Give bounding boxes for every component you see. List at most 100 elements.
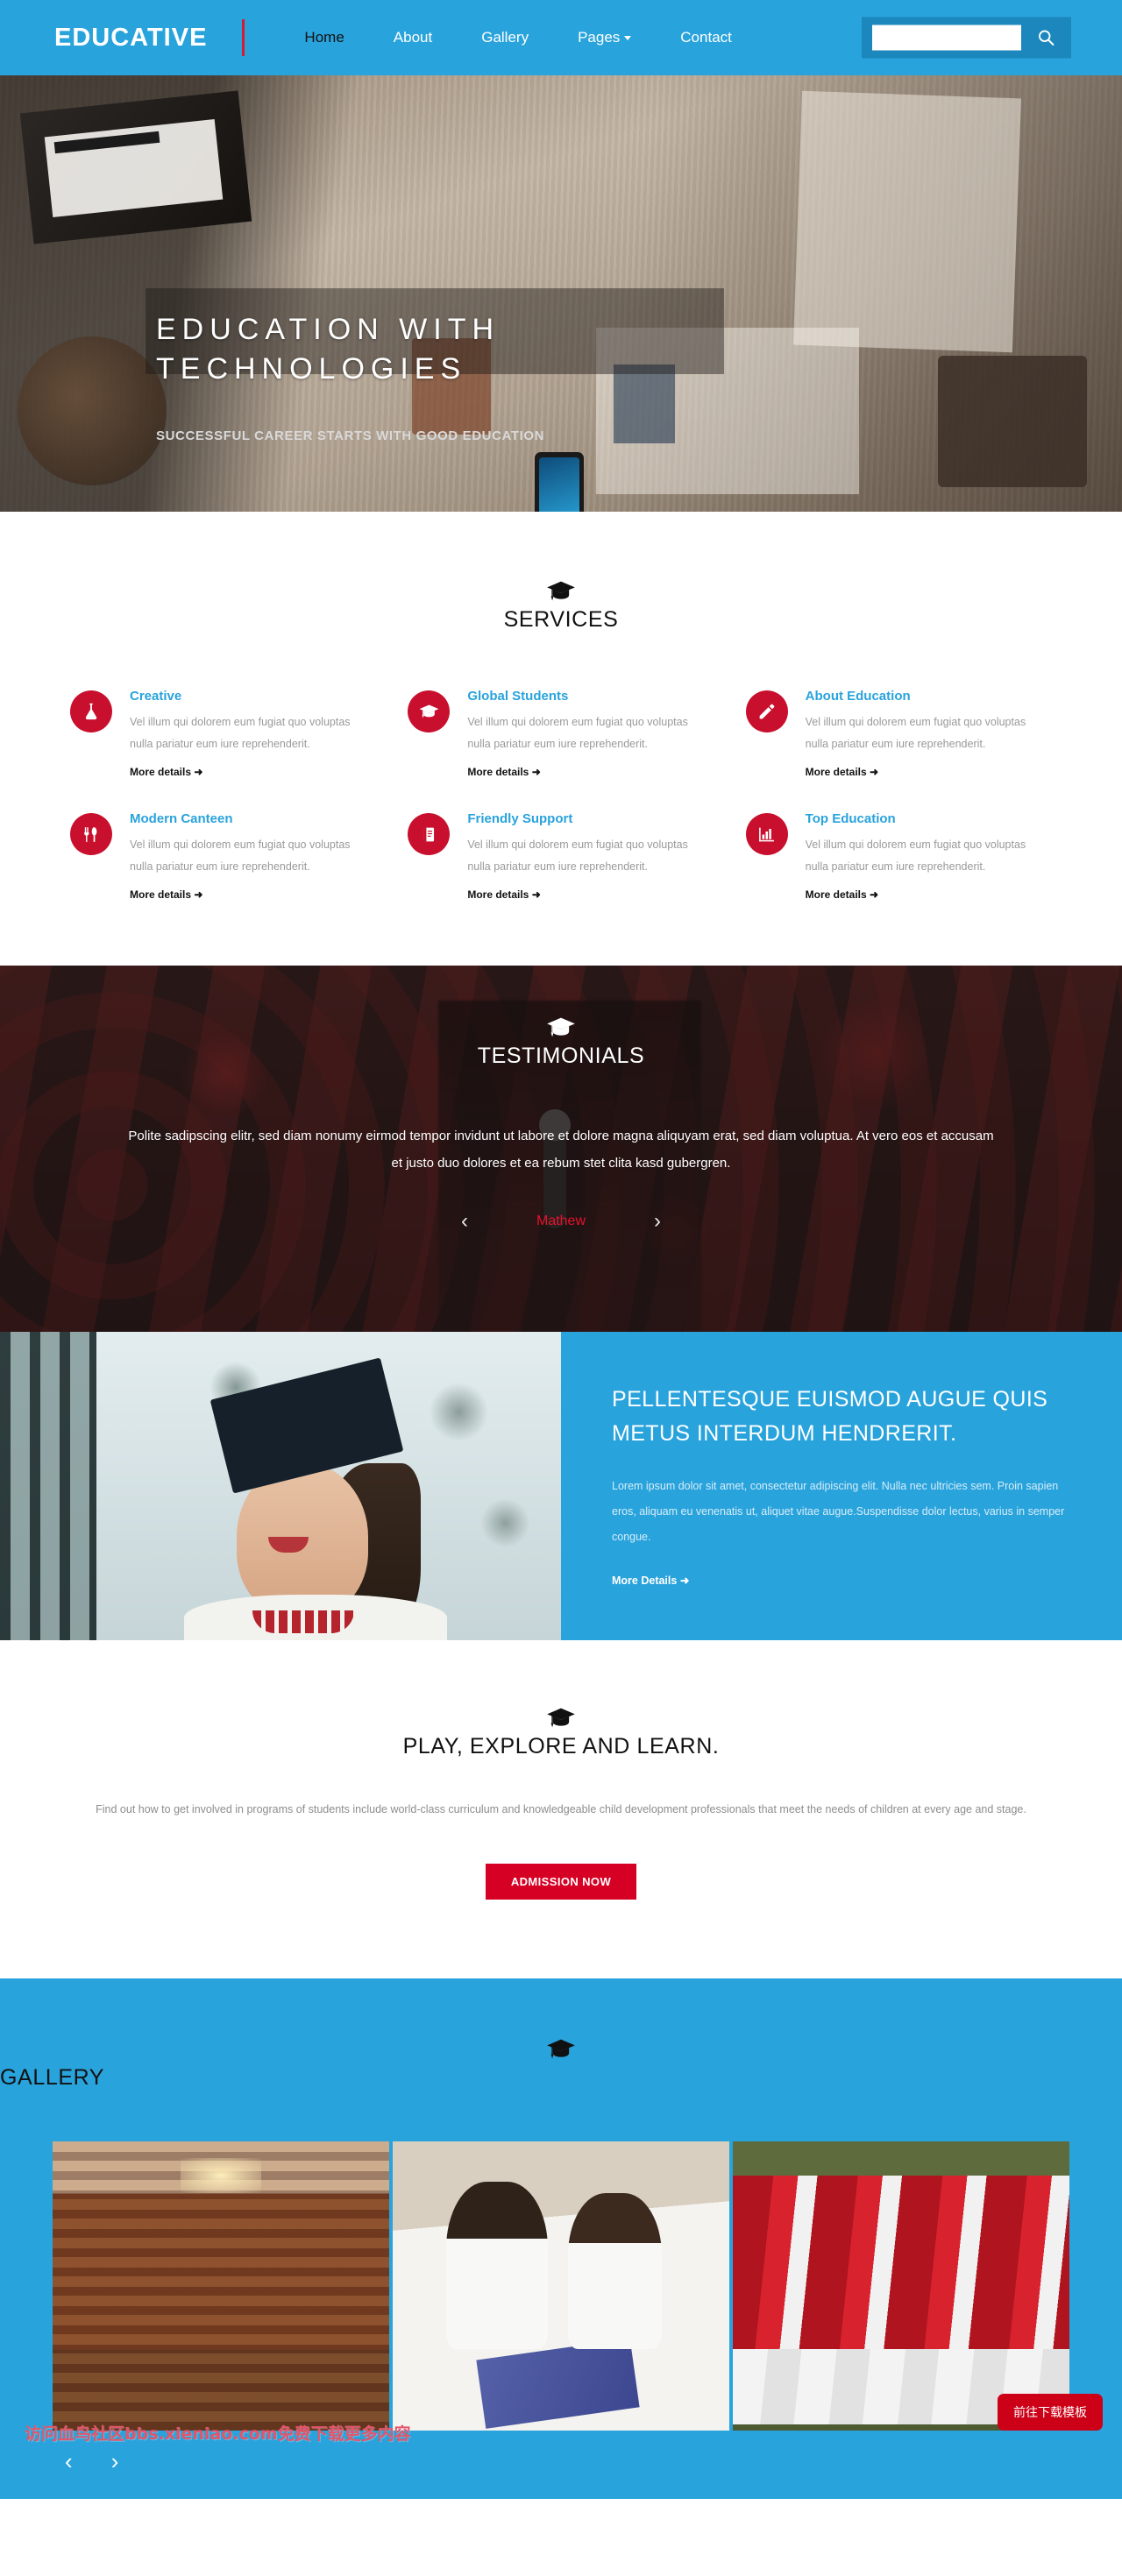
service-body: Top Education Vel illum qui dolorem eum … [806,811,1052,902]
service-more-label: More details [805,888,867,901]
gallery-carousel-nav: ‹ › [53,2450,1069,2499]
testimonials-title: TESTIMONIALS [477,1044,645,1068]
gallery-prev-arrow-icon[interactable]: ‹ [65,2450,73,2473]
search-input[interactable] [872,25,1021,51]
book-icon [423,827,434,841]
service-more-link[interactable]: More details ➜ [130,766,202,778]
search-box [862,17,1071,59]
service-icon-circle [70,690,112,732]
hero-banner: EDUCATION WITH TECHNOLOGIES SUCCESSFUL C… [0,75,1122,512]
service-more-link[interactable]: More details ➜ [467,766,540,778]
service-more-link[interactable]: More details ➜ [806,888,878,901]
service-more-label: More details [130,766,192,778]
service-body: Friendly Support Vel illum qui dolorem e… [467,811,714,902]
gallery-image-library[interactable] [53,2141,389,2431]
logo-separator [242,19,245,56]
graduation-cap-icon [547,1708,575,1728]
service-text: Vel illum qui dolorem eum fugiat quo vol… [130,839,351,873]
service-body: Creative Vel illum qui dolorem eum fugia… [130,689,376,780]
site-watermark: 访问血鸟社区bbs.xieniao.com免费下载更多内容 [25,2424,411,2444]
feature-title: PELLENTESQUE EUISMOD AUGUE QUIS METUS IN… [612,1387,1048,1446]
service-body: Modern Canteen Vel illum qui dolorem eum… [130,811,376,902]
nav-label-pages: Pages [578,29,621,46]
admission-now-button[interactable]: ADMISSION NOW [485,1863,637,1900]
service-text: Vel illum qui dolorem eum fugiat quo vol… [467,716,688,750]
gallery-next-arrow-icon[interactable]: › [111,2450,119,2473]
gallery-image-football[interactable] [733,2141,1069,2431]
feature-more-label: More Details [612,1574,678,1587]
nav-item-pages[interactable]: Pages [553,29,656,46]
feature-image-graduate [0,1332,561,1640]
service-title: Friendly Support [467,811,573,826]
nav-item-home[interactable]: Home [280,29,368,46]
service-card-global-students[interactable]: Global Students Vel illum qui dolorem eu… [408,689,714,780]
service-text: Vel illum qui dolorem eum fugiat quo vol… [805,839,1026,873]
hero-subtitle: SUCCESSFUL CAREER STARTS WITH GOOD EDUCA… [156,428,545,443]
service-more-label: More details [467,766,529,778]
admission-cta-section: PLAY, EXPLORE AND LEARN. Find out how to… [0,1640,1122,1978]
service-more-label: More details [130,888,192,901]
graduation-cap-icon [547,2039,575,2058]
service-card-top-education[interactable]: Top Education Vel illum qui dolorem eum … [745,811,1052,902]
bar-chart-icon [759,827,775,841]
service-more-link[interactable]: More details ➜ [806,766,878,778]
nav-item-gallery[interactable]: Gallery [457,29,553,46]
service-title: About Education [805,689,911,704]
search-button[interactable] [1032,29,1061,47]
site-logo[interactable]: EDUCATIVE [54,24,207,53]
service-icon-circle [745,690,788,732]
testimonials-section: TESTIMONIALS Polite sadipscing elitr, se… [0,966,1122,1332]
download-template-button[interactable]: 前往下载模板 [998,2393,1103,2431]
hero-title: EDUCATION WITH TECHNOLOGIES [156,313,501,386]
service-icon-circle [408,813,451,855]
service-card-about-education[interactable]: About Education Vel illum qui dolorem eu… [745,689,1052,780]
services-title: SERVICES [503,607,619,632]
main-navigation: Home About Gallery Pages Contact [280,29,756,46]
graduation-cap-icon [547,1017,575,1037]
gallery-image-students[interactable] [393,2141,729,2431]
service-card-creative[interactable]: Creative Vel illum qui dolorem eum fugia… [70,689,376,780]
service-text: Vel illum qui dolorem eum fugiat quo vol… [805,716,1026,750]
pencil-icon [759,704,775,718]
service-card-modern-canteen[interactable]: Modern Canteen Vel illum qui dolorem eum… [70,811,376,902]
service-more-link[interactable]: More details ➜ [130,888,202,901]
services-header: SERVICES [0,580,1122,633]
service-title: Modern Canteen [130,811,233,826]
cta-paragraph: Find out how to get involved in programs… [96,1803,1026,1815]
service-icon-circle [70,813,112,855]
graduation-cap-icon [547,581,575,601]
service-icon-circle [745,813,788,855]
nav-item-contact[interactable]: Contact [656,29,756,46]
cta-title: PLAY, EXPLORE AND LEARN. [402,1734,720,1759]
gallery-grid [53,2141,1069,2431]
testimonial-next-arrow-icon[interactable]: › [654,1210,661,1232]
feature-more-link[interactable]: More Details ➜ [612,1574,689,1587]
testimonial-quote: Polite sadipscing elitr, sed diam nonumy… [128,1129,994,1171]
service-more-label: More details [467,888,529,901]
feature-section: PELLENTESQUE EUISMOD AUGUE QUIS METUS IN… [0,1332,1122,1640]
gallery-title: GALLERY [0,2064,105,2090]
testimonial-carousel-nav: ‹ Mathew › [0,1210,1122,1232]
testimonial-author: Mathew [536,1213,586,1228]
feature-paragraph: Lorem ipsum dolor sit amet, consectetur … [612,1479,1065,1544]
nav-item-about[interactable]: About [369,29,457,46]
services-grid: Creative Vel illum qui dolorem eum fugia… [70,689,1052,902]
service-title: Global Students [467,689,569,704]
service-text: Vel illum qui dolorem eum fugiat quo vol… [130,716,351,750]
service-body: Global Students Vel illum qui dolorem eu… [467,689,714,780]
service-card-friendly-support[interactable]: Friendly Support Vel illum qui dolorem e… [408,811,714,902]
testimonial-prev-arrow-icon[interactable]: ‹ [461,1210,468,1232]
service-more-link[interactable]: More details ➜ [467,888,540,901]
nav-label-contact: Contact [680,29,732,46]
service-title: Creative [130,689,182,704]
chevron-down-icon [624,36,632,41]
services-section: SERVICES Creative Vel illum qui dolorem … [0,512,1122,966]
service-icon-circle [408,690,451,732]
nav-label-gallery: Gallery [481,29,529,46]
flask-icon [85,703,97,720]
service-text: Vel illum qui dolorem eum fugiat quo vol… [467,839,688,873]
page-root: EDUCATIVE Home About Gallery Pages Conta… [0,0,1122,2499]
search-icon [1039,30,1055,46]
feature-text-panel: PELLENTESQUE EUISMOD AUGUE QUIS METUS IN… [561,1332,1122,1640]
graduation-cap-icon [419,704,439,718]
